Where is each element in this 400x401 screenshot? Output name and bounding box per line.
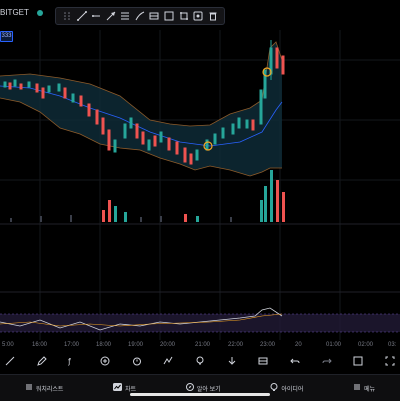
price-chart[interactable] (0, 0, 400, 400)
compare-icon[interactable] (162, 355, 174, 367)
time-axis[interactable]: 5:00 16:00 17:00 18:00 19:00 20:00 21:00… (0, 342, 400, 352)
settings-icon[interactable] (352, 355, 364, 367)
nav-menu[interactable]: 메뉴 (353, 383, 375, 393)
watchlist-icon (25, 383, 33, 393)
redo-icon[interactable] (321, 355, 333, 367)
range-tool-icon[interactable] (177, 9, 191, 23)
time-label: 21:00 (195, 342, 211, 348)
time-label: 17:00 (64, 342, 80, 348)
ray-tool-icon[interactable] (89, 9, 103, 23)
add-icon[interactable] (99, 355, 111, 367)
time-label: 16:00 (32, 342, 48, 348)
explore-icon (185, 383, 194, 393)
time-label: 20:00 (160, 342, 176, 348)
trend-line-tool-icon[interactable] (75, 9, 89, 23)
fib-tool-icon[interactable] (118, 9, 132, 23)
time-label: 01:00 (326, 342, 342, 348)
undo-icon[interactable] (289, 355, 301, 367)
bottom-toolbar: ƒ (0, 354, 400, 368)
drawing-toolbar (55, 7, 225, 25)
svg-text:ƒ: ƒ (68, 357, 71, 366)
nav-label: 아이디어 (281, 386, 304, 393)
brush-tool-icon[interactable] (133, 9, 147, 23)
time-label: 02:00 (358, 342, 374, 348)
nav-ideas[interactable]: 아이디어 (270, 383, 303, 393)
time-label: 20 (295, 342, 302, 348)
grid (0, 30, 400, 340)
time-label: 18:00 (96, 342, 112, 348)
chart-icon (113, 383, 123, 393)
ideas-icon (270, 383, 278, 393)
drag-handle-icon[interactable] (60, 9, 74, 23)
download-icon[interactable] (226, 355, 238, 367)
nav-label: 메뉴 (364, 386, 376, 393)
lightbulb-icon[interactable] (194, 355, 206, 367)
fx-indicator-icon[interactable]: ƒ (67, 355, 79, 367)
alarm-icon[interactable] (131, 355, 143, 367)
time-label: 19:00 (128, 342, 144, 348)
nav-label: 알아 보기 (196, 386, 221, 393)
pattern-tool-icon[interactable] (147, 9, 161, 23)
volume-bars (10, 170, 285, 222)
nav-watchlist[interactable]: 워치리스트 (25, 383, 64, 393)
nav-explore[interactable]: 알아 보기 (185, 383, 221, 393)
time-label: 03: (388, 342, 397, 348)
price-tag: 333 (0, 31, 13, 42)
time-label: 5:00 (2, 342, 14, 348)
time-label: 22:00 (228, 342, 244, 348)
nav-label: 워치리스트 (35, 386, 64, 393)
oscillator-band (0, 314, 400, 332)
fullscreen-icon[interactable] (384, 355, 396, 367)
table-icon[interactable] (257, 355, 269, 367)
live-status-dot (36, 9, 43, 16)
bottom-navigation: 워치리스트 차트 알아 보기 아이디어 메뉴 (0, 374, 400, 401)
symbol-info[interactable]: BITGET (0, 8, 43, 17)
emoji-tool-icon[interactable] (191, 9, 205, 23)
nav-chart[interactable]: 차트 (113, 383, 136, 393)
bollinger-band-fill (0, 42, 282, 176)
pen-icon[interactable] (36, 355, 48, 367)
trend-line-icon[interactable] (4, 355, 16, 367)
exchange-label: BITGET (0, 8, 29, 17)
rectangle-tool-icon[interactable] (162, 9, 176, 23)
time-label: 23:00 (260, 342, 276, 348)
home-indicator[interactable] (130, 393, 270, 396)
menu-icon (353, 383, 361, 393)
nav-label: 차트 (125, 386, 137, 393)
trash-tool-icon[interactable] (206, 9, 220, 23)
arrow-tool-icon[interactable] (104, 9, 118, 23)
